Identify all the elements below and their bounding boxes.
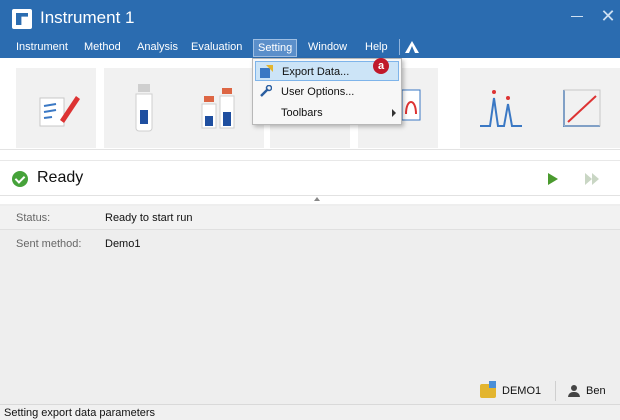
method-key: Sent method: [16,238,82,250]
title-bar: Instrument 1 ✕ [0,0,620,36]
menu-divider [399,39,400,55]
calibration-chart-icon [563,89,601,127]
run-status-bar: Ready [0,160,620,196]
collapse-arrow-icon[interactable] [314,197,320,201]
export-data-label: Export Data... [282,66,350,78]
status-key: Status: [16,212,51,224]
submenu-arrow-icon [392,109,396,117]
info-row-status: Status: Ready to start run [0,206,620,230]
menu-item-user-options[interactable]: User Options... [255,82,399,102]
vial-icon [135,84,153,132]
panel-splitter[interactable] [0,196,620,204]
app-logo-icon [12,9,32,29]
close-button[interactable]: ✕ [598,6,618,26]
method-editor-tool[interactable] [16,68,96,148]
chromatogram-icon [480,90,522,127]
menu-method[interactable]: Method [80,39,125,57]
minimize-button[interactable] [567,6,587,26]
user-icon [568,385,580,397]
menu-help[interactable]: Help [361,39,392,57]
menu-analysis[interactable]: Analysis [133,39,182,57]
user-name: Ben [586,385,606,397]
calibration-tool[interactable] [540,68,620,148]
folder-icon [480,381,496,398]
info-panel: Status: Ready to start run Sent method: … [0,204,620,404]
ready-check-icon [12,171,28,187]
run-status-label: Ready [37,169,84,186]
method-value: Demo1 [105,238,141,250]
user-options-label: User Options... [281,86,355,98]
triangle-icon[interactable] [405,41,419,53]
single-vial-tool[interactable] [104,68,184,148]
menu-setting[interactable]: Setting [253,39,298,57]
status-message: Setting export data parameters [4,407,156,419]
status-value: Ready to start run [105,212,193,224]
info-row-method: Sent method: Demo1 [0,232,620,256]
export-icon [260,65,273,78]
pencil-document-icon [39,96,80,127]
wrench-icon [260,85,272,97]
toolbars-label: Toolbars [281,107,323,119]
project-name: DEMO1 [502,385,542,397]
menu-evaluation[interactable]: Evaluation [187,39,246,57]
footer-divider [555,381,556,401]
fast-forward-icon[interactable] [585,173,605,185]
play-icon[interactable] [548,173,558,185]
menu-instrument[interactable]: Instrument [12,39,72,57]
chromatogram-tool[interactable] [460,68,540,148]
menu-bar: Instrument Method Analysis Evaluation Se… [0,36,620,58]
annotation-marker: a [373,58,389,74]
status-bar: Setting export data parameters [0,404,620,420]
window-title: Instrument 1 [40,8,135,27]
menu-window[interactable]: Window [304,39,351,57]
menu-item-toolbars[interactable]: Toolbars [255,103,399,123]
